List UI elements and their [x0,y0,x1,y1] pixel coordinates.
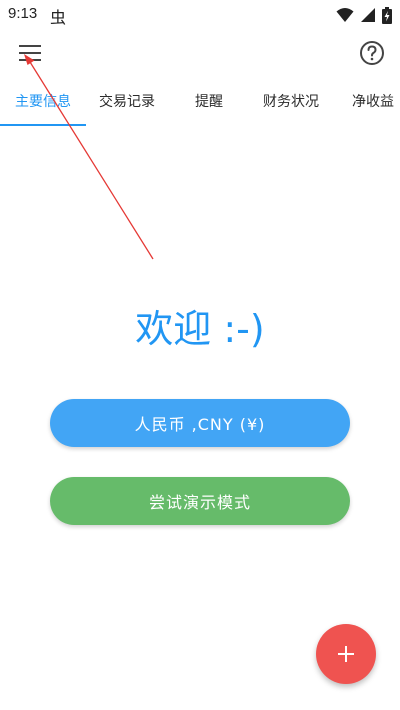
tab-reminders[interactable]: 提醒 [168,80,250,126]
tab-main-info[interactable]: 主要信息 [0,80,86,126]
battery-charging-icon [382,6,392,24]
help-button[interactable] [356,37,388,69]
notification-icon: 虫 [50,8,67,27]
app-bar [0,30,400,76]
add-fab-button[interactable] [316,624,376,684]
hamburger-menu-icon [19,45,41,61]
currency-button[interactable]: 人民币 ,CNY (¥) [50,399,350,447]
tab-financial-status[interactable]: 财务状况 [250,80,332,126]
signal-icon [361,8,375,22]
status-time: 9:13 [8,5,38,22]
demo-mode-button[interactable]: 尝试演示模式 [50,477,350,525]
status-bar: 9:13 虫 [0,0,400,30]
tab-bar: 主要信息 交易记录 提醒 财务状况 净收益 [0,80,400,126]
tab-transactions[interactable]: 交易记录 [86,80,168,126]
plus-icon [338,646,354,662]
menu-button[interactable] [14,38,48,68]
wifi-icon [336,8,354,22]
help-circle-icon [360,41,384,65]
tab-indicator [0,124,86,126]
app-screen: 9:13 虫 主要信息 交易记录 提醒 财务状况 净收益 欢迎:-) 人民币 … [0,0,400,710]
status-icons [336,6,392,24]
tab-net-income[interactable]: 净收益 [340,80,400,126]
welcome-title: 欢迎 :-) [135,307,265,351]
